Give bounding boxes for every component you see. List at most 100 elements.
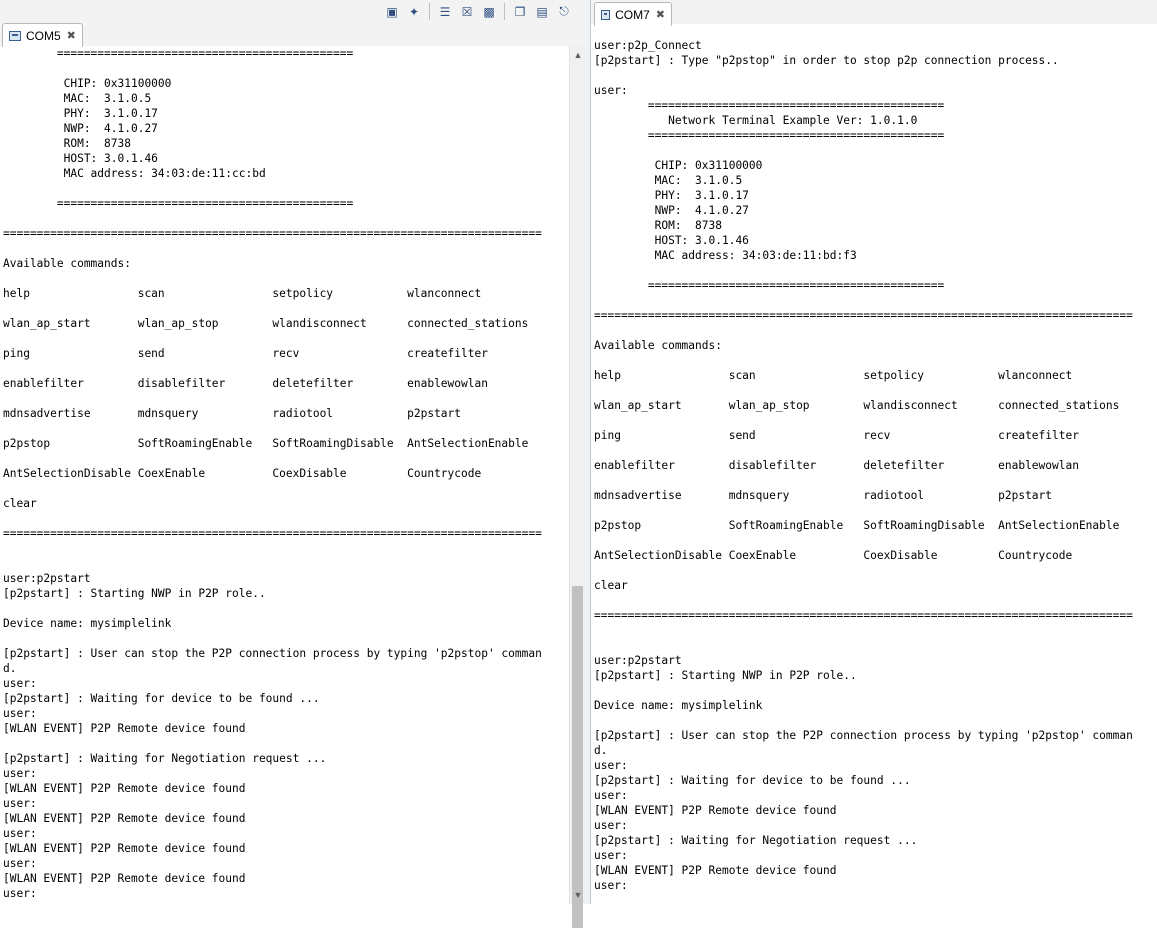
console-line: user:	[594, 84, 628, 97]
copy-icon[interactable]: ❐	[511, 3, 529, 20]
console-line: [p2pstart] : User can stop the P2P conne…	[3, 647, 542, 660]
console-output[interactable]: user:p2p_Connect [p2pstart] : Type "p2pst…	[594, 38, 1157, 904]
scroll-lock-icon[interactable]: ☰	[436, 3, 454, 20]
console-line: user:	[594, 759, 628, 772]
terminal-icon	[601, 9, 611, 20]
console-output[interactable]: ========================================…	[3, 46, 568, 904]
tab-label: COM5	[26, 28, 61, 43]
console-line: user:	[3, 767, 37, 780]
console-line: ========================================…	[594, 129, 945, 142]
console-line: clear	[3, 497, 37, 510]
console-line: [p2pstart] : Waiting for Negotiation req…	[594, 834, 918, 847]
console-line: wlan_ap_start wlan_ap_stop wlandisconnec…	[3, 317, 529, 330]
console-line: ========================================…	[594, 609, 1133, 622]
console-line: HOST: 3.0.1.46	[3, 152, 158, 165]
console-line: Available commands:	[3, 257, 131, 270]
console-line: user:	[594, 789, 628, 802]
console-line: PHY: 3.1.0.17	[594, 189, 749, 202]
console-line: ========================================…	[3, 227, 542, 240]
console-line: MAC: 3.1.0.5	[594, 174, 743, 187]
console-line: AntSelectionDisable CoexEnable CoexDisab…	[3, 467, 482, 480]
console-line: help scan setpolicy wlanconnect	[594, 369, 1073, 382]
com7-console-view: COM7 ✖ user:p2p_Connect [p2pstart] : Type…	[590, 0, 1157, 904]
console-line: user:p2pstart	[3, 572, 91, 585]
console-toolbar: ▣ ✦ ☰ ☒ ▩ ❐ ▤ ⎋	[383, 3, 573, 20]
console-line: NWP: 4.1.0.27	[3, 122, 158, 135]
console-line: [WLAN EVENT] P2P Remote device found	[594, 864, 837, 877]
console-line: MAC: 3.1.0.5	[3, 92, 152, 105]
console-line: [WLAN EVENT] P2P Remote device found	[594, 804, 837, 817]
console-line: PHY: 3.1.0.17	[3, 107, 158, 120]
console-line: [p2pstart] : Type "p2pstop" in order to …	[594, 54, 1059, 67]
right-tab-bar: COM7 ✖	[591, 0, 1157, 26]
console-line: CHIP: 0x31100000	[3, 77, 172, 90]
close-icon[interactable]: ✖	[67, 29, 76, 42]
tab-com7[interactable]: COM7 ✖	[594, 2, 672, 26]
display-icon[interactable]: ▣	[383, 3, 401, 20]
vertical-scrollbar[interactable]: ▲ ▼	[569, 46, 586, 928]
link-icon[interactable]: ⎋	[555, 3, 573, 20]
console-line: d.	[3, 662, 17, 675]
console-line: mdnsadvertise mdnsquery radiotool p2psta…	[3, 407, 462, 420]
console-line: ========================================…	[594, 309, 1133, 322]
console-line: enablefilter disablefilter deletefilter …	[3, 377, 488, 390]
toolbar-separator	[504, 3, 505, 20]
console-line: [WLAN EVENT] P2P Remote device found	[3, 722, 246, 735]
save-icon[interactable]: ▩	[480, 3, 498, 20]
tab-com5[interactable]: COM5 ✖	[2, 23, 83, 47]
console-line: user:	[594, 849, 628, 862]
console-line: user:	[3, 857, 37, 870]
console-line: ROM: 8738	[594, 219, 722, 232]
scroll-down-icon[interactable]: ▼	[570, 888, 586, 902]
console-line: wlan_ap_start wlan_ap_stop wlandisconnec…	[594, 399, 1120, 412]
terminal-icon	[9, 30, 21, 41]
console-line: HOST: 3.0.1.46	[594, 234, 749, 247]
console-line: ping send recv createfilter	[3, 347, 488, 360]
console-line: CHIP: 0x31100000	[594, 159, 763, 172]
console-line: [p2pstart] : Waiting for device to be fo…	[3, 692, 320, 705]
close-icon[interactable]: ✖	[656, 8, 665, 21]
console-line: [p2pstart] : Starting NWP in P2P role..	[594, 669, 857, 682]
console-line: user:	[3, 827, 37, 840]
console-line: [p2pstart] : User can stop the P2P conne…	[594, 729, 1133, 742]
pin-icon[interactable]: ✦	[405, 3, 423, 20]
scroll-up-icon[interactable]: ▲	[570, 48, 586, 62]
console-line: Device name: mysimplelink	[594, 699, 763, 712]
console-line: Available commands:	[594, 339, 722, 352]
console-line: [p2pstart] : Waiting for device to be fo…	[594, 774, 911, 787]
console-line: user:	[594, 879, 628, 892]
console-line: [WLAN EVENT] P2P Remote device found	[3, 812, 246, 825]
console-line: [p2pstart] : Waiting for Negotiation req…	[3, 752, 327, 765]
console-line: ROM: 8738	[3, 137, 131, 150]
scroll-thumb[interactable]	[572, 586, 583, 928]
console-line: ========================================…	[3, 47, 354, 60]
console-line: ========================================…	[3, 197, 354, 210]
console-line: p2pstop SoftRoamingEnable SoftRoamingDis…	[3, 437, 529, 450]
paste-icon[interactable]: ▤	[533, 3, 551, 20]
clear-icon[interactable]: ☒	[458, 3, 476, 20]
console-line: ========================================…	[3, 527, 542, 540]
console-line: MAC address: 34:03:de:11:bd:f3	[594, 249, 857, 262]
console-line: clear	[594, 579, 628, 592]
tab-label: COM7	[615, 7, 650, 22]
console-line: [WLAN EVENT] P2P Remote device found	[3, 782, 246, 795]
